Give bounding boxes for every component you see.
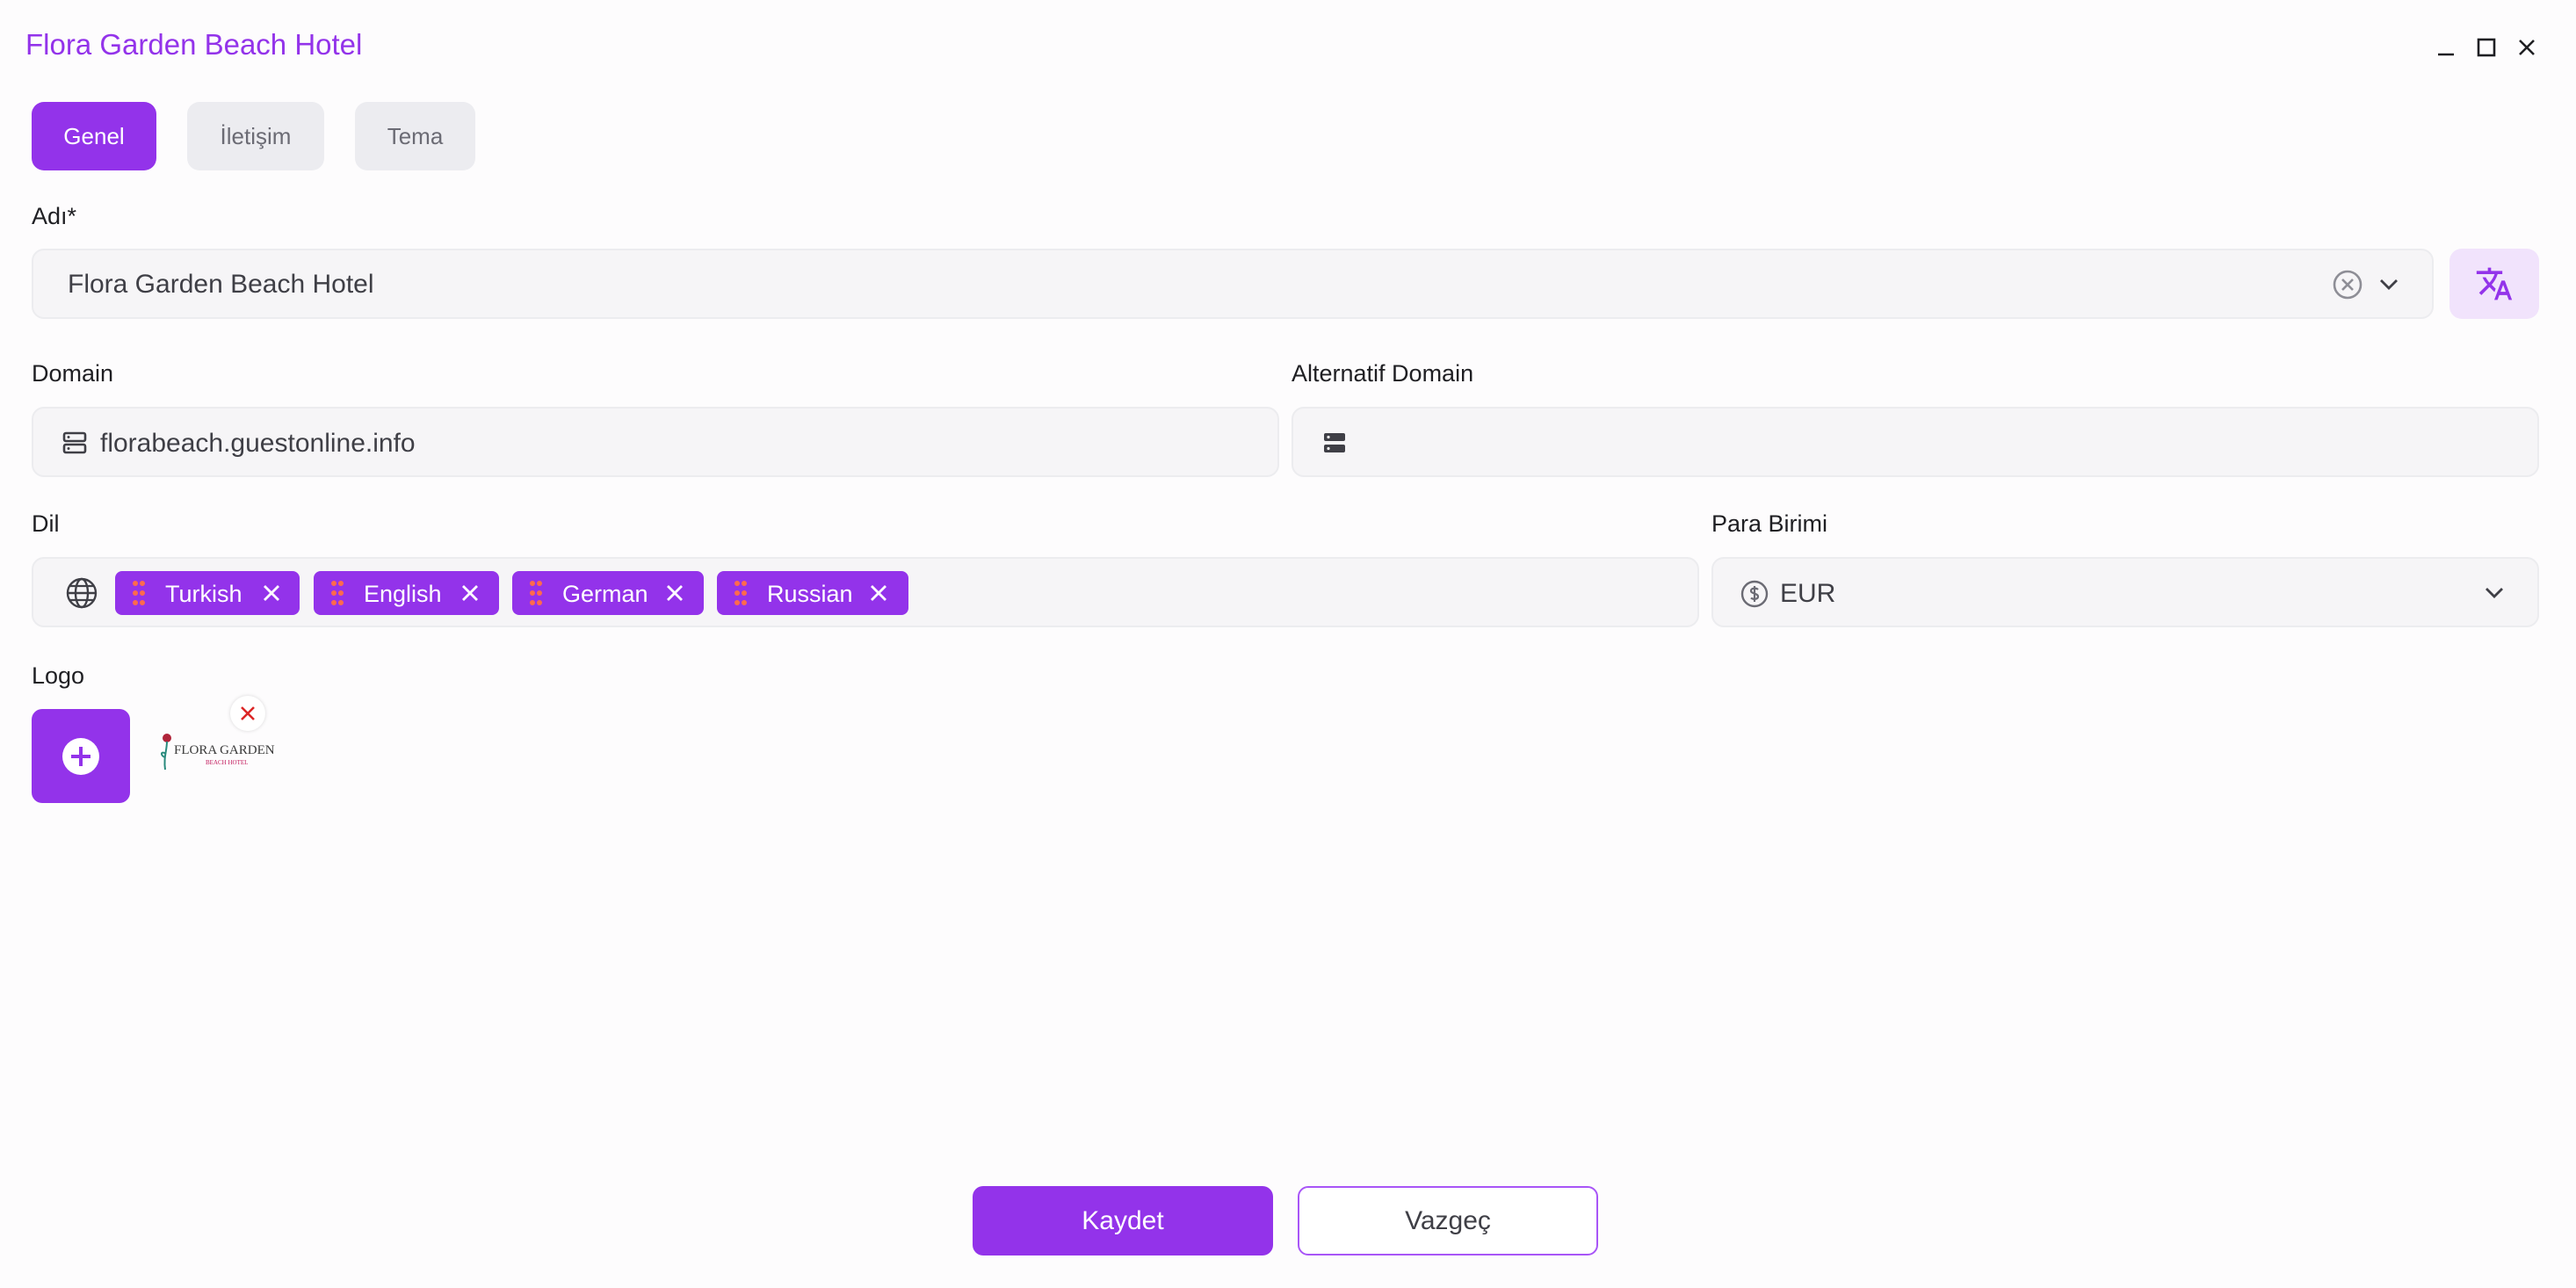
server-filled-icon: [1324, 433, 1345, 452]
language-chip-label: Turkish: [165, 581, 242, 607]
globe-icon: [66, 577, 98, 609]
chevron-down-icon: [2380, 279, 2398, 290]
window-title: Flora Garden Beach Hotel: [25, 28, 363, 61]
server-icon: [62, 431, 87, 454]
chevron-down-icon: [2486, 588, 2503, 598]
maximize-button[interactable]: [2472, 33, 2500, 62]
domain-value: florabeach.guestonline.info: [100, 429, 416, 458]
domain-label: Domain: [32, 360, 114, 387]
tab-tema[interactable]: Tema: [355, 102, 475, 170]
language-label: Dil: [32, 510, 60, 537]
logo-brand-text: FLORA GARDEN: [174, 743, 275, 757]
dollar-circle-icon: [1740, 580, 1769, 608]
language-chip-label: German: [562, 581, 648, 607]
name-field[interactable]: Flora Garden Beach Hotel: [32, 249, 2434, 319]
hotel-edit-dialog: Flora Garden Beach Hotel Genel İletişim …: [0, 0, 2576, 1288]
logo-sub-text: BEACH HOTEL: [206, 759, 249, 766]
close-window-button[interactable]: [2513, 33, 2541, 62]
alt-domain-field[interactable]: [1292, 407, 2539, 477]
currency-value: EUR: [1780, 579, 1836, 608]
alt-domain-label: Alternatif Domain: [1292, 360, 1474, 387]
close-icon: [2519, 40, 2535, 55]
logo-label: Logo: [32, 662, 85, 689]
name-label: Adı*: [32, 203, 77, 229]
language-chip[interactable]: English: [314, 571, 499, 615]
language-chip[interactable]: German: [512, 571, 704, 615]
remove-chip-icon[interactable]: [664, 582, 685, 604]
save-button[interactable]: Kaydet: [973, 1186, 1273, 1255]
maximize-icon: [2477, 38, 2496, 57]
remove-chip-icon[interactable]: [868, 582, 889, 604]
name-value: Flora Garden Beach Hotel: [68, 270, 374, 299]
translate-icon: [2476, 267, 2513, 300]
language-chip-label: Russian: [767, 581, 853, 607]
language-chip-label: English: [364, 581, 442, 607]
close-icon: [241, 706, 255, 720]
clear-circle-icon: [2333, 270, 2363, 300]
tab-iletisim[interactable]: İletişim: [187, 102, 324, 170]
cancel-button[interactable]: Vazgeç: [1298, 1186, 1598, 1255]
minimize-button[interactable]: [2432, 33, 2460, 62]
translate-button[interactable]: [2449, 249, 2539, 319]
currency-select[interactable]: EUR: [1711, 557, 2539, 627]
domain-field[interactable]: florabeach.guestonline.info: [32, 407, 1279, 477]
remove-logo-button[interactable]: [230, 696, 265, 731]
drag-handle-icon[interactable]: [331, 581, 344, 605]
logo-thumbnail: FLORA GARDEN BEACH HOTEL: [156, 729, 275, 782]
minimize-icon: [2438, 53, 2454, 56]
remove-chip-icon[interactable]: [459, 582, 481, 604]
remove-chip-icon[interactable]: [261, 582, 282, 604]
add-logo-button[interactable]: [32, 709, 130, 803]
drag-handle-icon[interactable]: [133, 581, 145, 605]
tab-genel[interactable]: Genel: [32, 102, 156, 170]
currency-label: Para Birimi: [1711, 510, 1828, 537]
clear-button[interactable]: [2332, 269, 2363, 305]
name-dropdown-toggle[interactable]: [2377, 273, 2400, 300]
language-chip[interactable]: Russian: [717, 571, 908, 615]
plus-circle-icon: [62, 737, 99, 775]
language-chip[interactable]: Turkish: [115, 571, 300, 615]
drag-handle-icon[interactable]: [530, 581, 542, 605]
drag-handle-icon[interactable]: [734, 581, 747, 605]
